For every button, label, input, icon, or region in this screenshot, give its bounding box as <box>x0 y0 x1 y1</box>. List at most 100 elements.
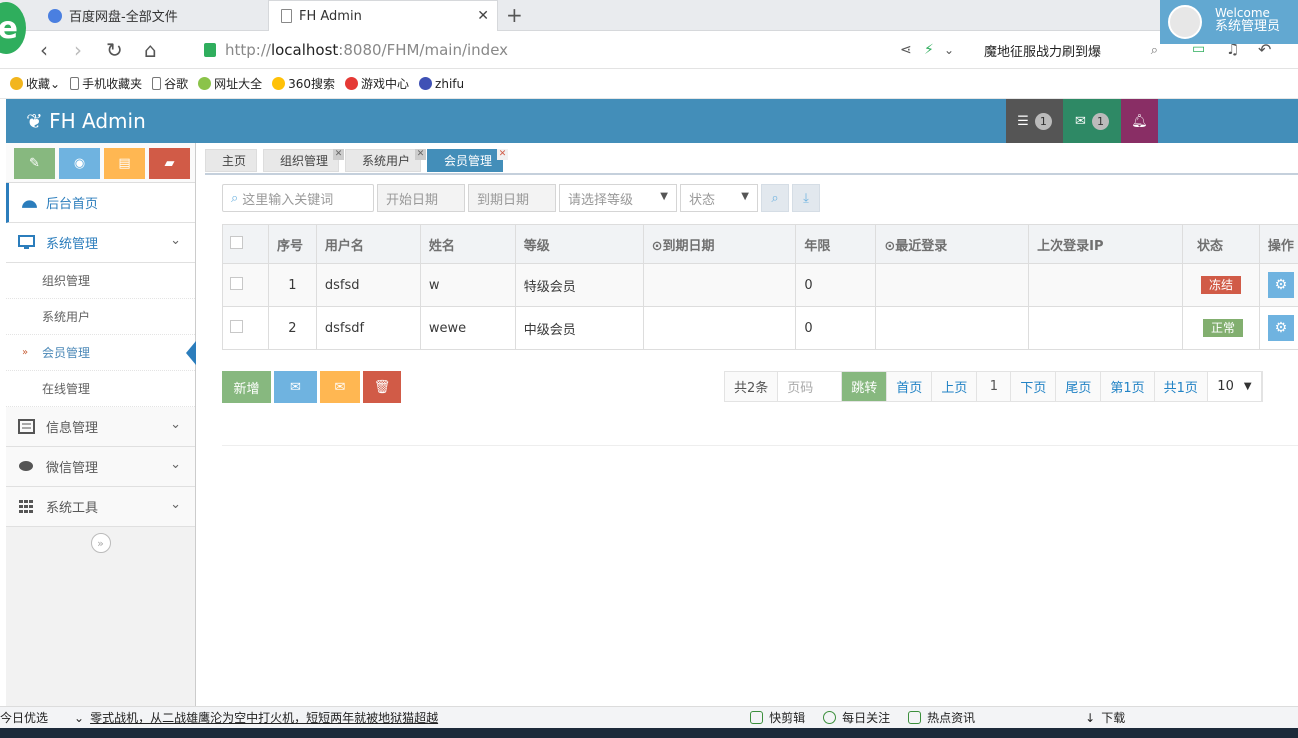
tab-users[interactable]: 系统用户 ✕ <box>345 149 427 172</box>
members-table: 序号 用户名 姓名 等级 ⊙到期日期 年限 ⊙最近登录 上次登录IP 状态 操作… <box>222 224 1298 350</box>
cell-actions: ⚙ <box>1258 263 1298 307</box>
browser-tab-fhadmin[interactable]: FH Admin ✕ <box>268 0 498 31</box>
bookmark-label: 手机收藏夹 <box>82 77 143 91</box>
close-tab-icon[interactable]: ✕ <box>333 149 345 160</box>
book-shortcut-button[interactable]: ▤ <box>104 148 145 179</box>
column-header: 操作 <box>1258 224 1298 264</box>
sidebar-item-tools[interactable]: 系统工具 ⌄ <box>6 487 195 527</box>
settings-button[interactable]: ⚙ <box>1267 315 1294 341</box>
status-item-daily[interactable]: 每日关注 <box>823 709 890 726</box>
bookmark-360[interactable]: 360搜索 <box>272 75 335 92</box>
envelope-icon: ✉ <box>334 379 346 395</box>
first-page-button[interactable]: 首页 <box>887 372 933 401</box>
row-checkbox[interactable] <box>230 276 243 290</box>
url-field[interactable]: http://localhost:8080/FHM/main/index <box>204 37 884 63</box>
keyword-search-input[interactable]: ⌕ 这里输入关键词 <box>222 184 374 212</box>
folder-shortcut-button[interactable]: ▰ <box>149 148 190 179</box>
sidebar-item-info[interactable]: 信息管理 ⌄ <box>6 407 195 447</box>
action-buttons: 新增 ✉ ✉ 🗑︎ <box>222 371 401 403</box>
last-page-button[interactable]: 尾页 <box>1056 372 1102 401</box>
current-page[interactable]: 1 <box>977 372 1012 401</box>
cell-last-login <box>875 306 1030 350</box>
send-email-button[interactable]: ✉ <box>274 371 317 403</box>
chevron-down-icon[interactable]: ⌄ <box>944 43 954 57</box>
speed-icon[interactable]: ⚡ <box>924 42 934 58</box>
status-item-label: 快剪辑 <box>769 711 806 725</box>
jump-button[interactable]: 跳转 <box>842 372 888 401</box>
page-number-input[interactable]: 页码 <box>778 372 843 401</box>
cell-ip <box>1028 306 1183 350</box>
table-row[interactable]: 1 dsfsd w 特级会员 0 冻结 ⚙ <box>222 263 1298 307</box>
status-item-hot[interactable]: 热点资讯 <box>908 709 975 726</box>
trash-icon: 🗑︎ <box>373 379 391 395</box>
prev-page-button[interactable]: 上页 <box>932 372 978 401</box>
level-select[interactable]: 请选择等级 ▼ <box>559 184 677 212</box>
status-left-label[interactable]: 今日优选 <box>0 709 48 726</box>
sidebar-subitem-members[interactable]: » 会员管理 <box>6 335 196 371</box>
sidebar-subitem-online[interactable]: 在线管理 <box>6 371 195 407</box>
bookmark-daohang[interactable]: 网址大全 <box>198 75 262 92</box>
tab-org[interactable]: 组织管理 ✕ <box>263 149 345 172</box>
tasks-button[interactable]: ☰ 1 <box>1006 99 1063 143</box>
sidebar-subitem-org[interactable]: 组织管理 <box>6 263 195 299</box>
search-box[interactable]: 魔地征服战力刷到爆 ⌕ <box>972 37 1172 63</box>
sidebar-collapse-button[interactable]: » <box>6 527 195 559</box>
search-button[interactable]: ⌕ <box>761 184 789 212</box>
browser-tab-baidu[interactable]: 百度网盘-全部文件 <box>36 0 268 31</box>
next-page-button[interactable]: 下页 <box>1011 372 1057 401</box>
avatar <box>1168 5 1202 39</box>
search-text: 魔地征服战力刷到爆 <box>984 44 1102 60</box>
close-tab-icon[interactable]: ✕ <box>497 149 509 160</box>
status-badge: 冻结 <box>1200 276 1241 294</box>
messages-button[interactable]: ✉ 1 <box>1063 99 1121 143</box>
leaf-icon: ❦ <box>26 109 50 133</box>
select-all-checkbox[interactable] <box>230 235 243 249</box>
sidebar-subitem-users[interactable]: 系统用户 <box>6 299 195 335</box>
news-ticker[interactable]: 零式战机，从二战雄鹰沦为空中打火机，短短两年就被地狱猫超越 <box>90 709 438 726</box>
sidebar-item-wechat[interactable]: 微信管理 ⌄ <box>6 447 195 487</box>
tab-home[interactable]: 主页 <box>205 149 258 172</box>
status-item-download[interactable]: ↓ 下载 <box>1085 709 1125 726</box>
brand[interactable]: ❦ FH Admin <box>26 109 146 133</box>
export-button[interactable]: ⤓ <box>792 184 820 212</box>
user-menu[interactable]: Welcome 系统管理员 <box>1160 0 1298 44</box>
end-date-input[interactable]: 到期日期 <box>468 184 556 212</box>
sidebar-item-system[interactable]: 系统管理 ⌄ <box>6 223 195 263</box>
send-sms-button[interactable]: ✉ <box>320 371 360 403</box>
search-icon[interactable]: ⌕ <box>1151 43 1158 58</box>
back-icon[interactable]: ‹ <box>40 38 48 62</box>
table-header-row: 序号 用户名 姓名 等级 ⊙到期日期 年限 ⊙最近登录 上次登录IP 状态 操作 <box>222 224 1298 264</box>
bookmark-favorites[interactable]: 收藏 ⌄ <box>10 75 60 92</box>
notifications-button[interactable]: 🔔︎ <box>1121 99 1158 143</box>
start-date-input[interactable]: 开始日期 <box>377 184 465 212</box>
status-select[interactable]: 状态 ▼ <box>680 184 758 212</box>
url-host: localhost <box>270 41 339 59</box>
page-size-select[interactable]: 10 ▼ <box>1207 372 1262 401</box>
row-select-cell <box>222 263 269 307</box>
close-tab-icon[interactable]: ✕ <box>477 8 489 24</box>
bookmark-google[interactable]: 谷歌 <box>152 75 188 92</box>
forward-icon[interactable]: › <box>74 38 82 62</box>
tab-members[interactable]: 会员管理 ✕ <box>427 149 509 172</box>
pencil-shortcut-button[interactable]: ✎ <box>14 148 55 179</box>
share-icon[interactable]: ⋖ <box>900 42 912 58</box>
eye-shortcut-button[interactable]: ◉ <box>59 148 100 179</box>
status-item-label: 每日关注 <box>842 711 891 725</box>
settings-button[interactable]: ⚙ <box>1267 272 1294 298</box>
add-button[interactable]: 新增 <box>222 371 271 403</box>
status-item-clip[interactable]: 快剪辑 <box>750 709 805 726</box>
new-tab-button[interactable]: + <box>506 3 523 27</box>
row-checkbox[interactable] <box>230 319 243 333</box>
bookmark-games[interactable]: 游戏中心 <box>345 75 409 92</box>
page-tabs: 主页 组织管理 ✕ 系统用户 ✕ 会员管理 ✕ <box>205 149 509 173</box>
home-icon[interactable]: ⌂ <box>144 38 157 62</box>
table-row[interactable]: 2 dsfsdf wewe 中级会员 0 正常 ⚙ <box>222 306 1298 350</box>
sidebar-item-home[interactable]: 后台首页 <box>6 183 195 223</box>
column-header: 状态 <box>1181 224 1260 264</box>
refresh-icon[interactable]: ↻ <box>106 38 123 62</box>
bookmark-mobile[interactable]: 手机收藏夹 <box>70 75 142 92</box>
delete-button[interactable]: 🗑︎ <box>363 371 401 403</box>
close-tab-icon[interactable]: ✕ <box>415 149 427 160</box>
username: 系统管理员 <box>1215 19 1281 34</box>
bookmark-zhifu[interactable]: zhifu <box>419 77 464 91</box>
